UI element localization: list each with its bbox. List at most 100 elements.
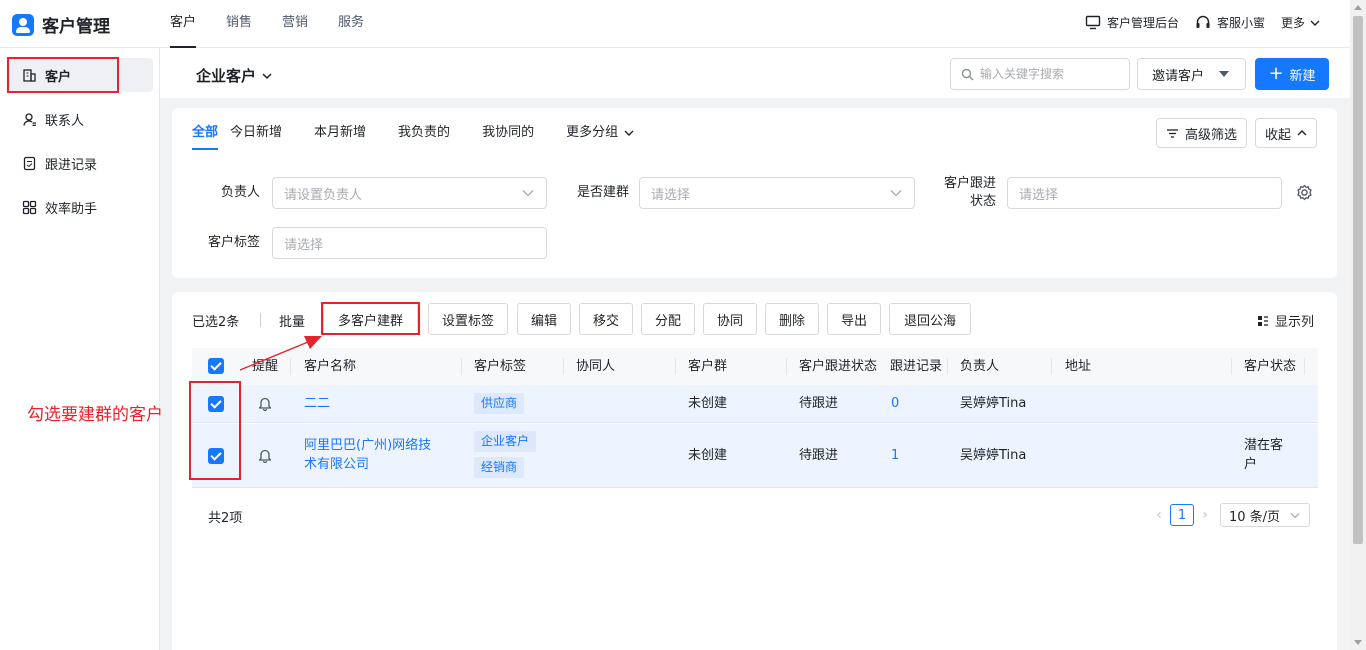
bell-icon[interactable]: [258, 396, 272, 411]
tab-today-new[interactable]: 今日新增: [230, 122, 282, 144]
tab-more-groups-label: 更多分组: [566, 125, 619, 140]
follow-records-link[interactable]: 0: [891, 394, 899, 413]
group-filter-label: 是否建群: [576, 185, 629, 200]
follow-status-filter-select[interactable]: 请选择: [1007, 177, 1282, 209]
customer-name-link[interactable]: 二二: [304, 394, 330, 413]
invite-customer-label: 邀请客户: [1152, 68, 1205, 84]
advanced-filter-button[interactable]: 高级筛选: [1156, 118, 1247, 148]
edit-button[interactable]: 编辑: [517, 303, 571, 335]
customer-tag: 经销商: [474, 457, 525, 478]
follow-status-label-line1: 客户跟进: [943, 176, 996, 191]
column-separator: [461, 358, 462, 375]
column-separator: [675, 358, 676, 375]
col-customer-status: 客户状态: [1244, 359, 1297, 374]
col-customer-tags: 客户标签: [474, 359, 527, 374]
table-row[interactable]: 阿里巴巴(广州)网络技 术有限公司 企业客户 经销商 未创建 待跟进 1 吴婷婷…: [192, 424, 1318, 488]
annotation-box-sidebar: [7, 57, 119, 93]
chevron-down-icon: [624, 130, 634, 136]
col-address: 地址: [1065, 359, 1092, 374]
page-header: 企业客户 邀请客户 + 新建: [160, 48, 1350, 98]
select-all-checkbox[interactable]: [208, 358, 224, 374]
search-input[interactable]: [980, 67, 1120, 81]
bell-icon[interactable]: [258, 448, 272, 463]
current-page-button[interactable]: 1: [1170, 504, 1194, 526]
admin-console-link[interactable]: 客户管理后台: [1085, 14, 1179, 31]
column-separator: [947, 358, 948, 375]
scroll-up-arrow-icon[interactable]: [1354, 5, 1362, 10]
tab-all[interactable]: 全部: [192, 122, 219, 150]
owner-filter-label: 负责人: [220, 185, 260, 200]
column-separator: [1304, 358, 1305, 375]
table-header: 提醒 客户名称 客户标签 协同人 客户群 客户跟进状态 跟进记录 负责人 地址 …: [192, 348, 1318, 385]
tag-filter-select[interactable]: 请选择: [272, 227, 547, 259]
column-separator: [1231, 358, 1232, 375]
col-owner: 负责人: [960, 359, 1000, 374]
assistant-label: 客服小蜜: [1216, 16, 1265, 30]
page-size-select[interactable]: 10 条/页: [1220, 503, 1310, 527]
return-to-pool-button[interactable]: 退回公海: [889, 303, 971, 335]
gear-icon[interactable]: [1296, 184, 1313, 201]
tab-my-collab[interactable]: 我协同的: [482, 122, 534, 144]
total-count: 共2项: [208, 511, 243, 526]
group-filter-select[interactable]: 请选择: [639, 177, 915, 209]
advanced-filter-label: 高级筛选: [1184, 127, 1237, 143]
follow-status-label-line2: 状态: [969, 194, 996, 209]
assistant-link[interactable]: 客服小蜜: [1195, 14, 1265, 31]
headset-icon: [1196, 15, 1210, 28]
next-page-icon[interactable]: ›: [1194, 507, 1216, 523]
sidebar-item-efficiency[interactable]: 效率助手: [8, 190, 153, 224]
app-logo[interactable]: 客户管理: [12, 12, 110, 37]
grid-icon: [22, 200, 37, 214]
sidebar-item-label: 联系人: [45, 113, 85, 129]
customer-name-line1: 阿里巴巴(广州)网络技: [304, 438, 432, 453]
chevron-down-icon: [522, 190, 534, 197]
new-button[interactable]: + 新建: [1255, 58, 1329, 90]
display-columns-button[interactable]: 显示列: [1257, 311, 1314, 330]
tab-more-groups[interactable]: 更多分组: [566, 122, 634, 144]
topnav-marketing[interactable]: 营销: [282, 0, 308, 48]
sidebar-item-contacts[interactable]: 联系人: [8, 102, 153, 136]
collaborate-button[interactable]: 协同: [703, 303, 757, 335]
delete-button[interactable]: 删除: [765, 303, 819, 335]
page-scrollbar[interactable]: [1350, 0, 1366, 650]
customer-status-line2: 户: [1244, 457, 1258, 472]
topnav-service[interactable]: 服务: [338, 0, 364, 48]
topnav-customer[interactable]: 客户: [170, 0, 197, 48]
set-tags-button[interactable]: 设置标签: [428, 303, 508, 335]
search-box: [950, 58, 1130, 90]
transfer-button[interactable]: 移交: [579, 303, 633, 335]
export-button[interactable]: 导出: [827, 303, 881, 335]
owner-cell: 吴婷婷Tina: [960, 448, 1027, 463]
collapse-label: 收起: [1264, 127, 1291, 143]
customer-name-link[interactable]: 阿里巴巴(广州)网络技 术有限公司: [304, 436, 431, 474]
scroll-down-arrow-icon[interactable]: [1354, 640, 1362, 645]
contact-icon: [23, 112, 36, 126]
sidebar-item-follow-records[interactable]: 跟进记录: [8, 146, 153, 180]
chevron-down-icon: [262, 72, 272, 79]
prev-page-icon[interactable]: ‹: [1148, 507, 1170, 523]
filter-panel: 全部 今日新增 本月新增 我负责的 我协同的 更多分组 高级筛选 收起 负责人 …: [172, 108, 1337, 278]
follow-records-link[interactable]: 1: [891, 446, 899, 465]
tab-month-new[interactable]: 本月新增: [314, 122, 366, 144]
more-menu[interactable]: 更多: [1281, 14, 1320, 31]
customer-name-line1: 二二: [304, 396, 331, 411]
page-size-label: 10 条/页: [1229, 509, 1281, 525]
table-row[interactable]: 二二 供应商 未创建 待跟进 0 吴婷婷Tina: [192, 385, 1318, 423]
scroll-thumb[interactable]: [1353, 16, 1363, 544]
follow-status-cell: 待跟进: [799, 396, 839, 411]
group-tabs: 全部 今日新增 本月新增 我负责的 我协同的 更多分组: [192, 122, 666, 152]
sidebar-item-label: 效率助手: [45, 201, 98, 217]
topnav-sales[interactable]: 销售: [226, 0, 252, 48]
collapse-button[interactable]: 收起: [1255, 118, 1317, 148]
chevron-down-icon: [1310, 20, 1320, 26]
customer-tag: 企业客户: [474, 431, 537, 452]
customer-status-line1: 潜在客: [1244, 438, 1284, 453]
owner-filter-select[interactable]: 请设置负责人: [272, 177, 547, 209]
invite-customer-button[interactable]: 邀请客户: [1137, 58, 1246, 90]
page-title-dropdown[interactable]: 企业客户: [196, 65, 272, 86]
customer-status-cell: 潜在客 户: [1244, 436, 1283, 474]
assign-button[interactable]: 分配: [641, 303, 695, 335]
pagination: ‹ 1 › 10 条/页: [1148, 503, 1310, 527]
tab-my-owned[interactable]: 我负责的: [398, 122, 450, 144]
new-label: 新建: [1289, 68, 1316, 84]
